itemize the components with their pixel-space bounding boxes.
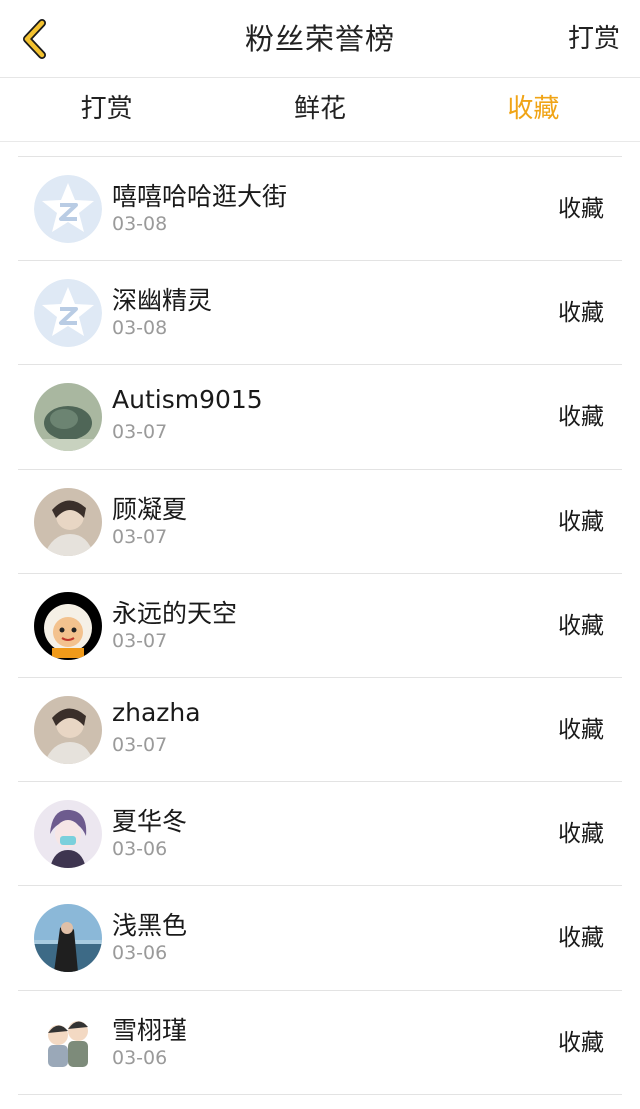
favorite-action[interactable]: 收藏 — [558, 886, 604, 990]
turtle-photo-avatar — [34, 383, 102, 452]
favorite-action[interactable]: 收藏 — [558, 991, 604, 1095]
navigation-bar: 粉丝荣誉榜 打赏 — [0, 0, 640, 78]
user-name: zhazha — [112, 697, 201, 727]
user-name: 永远的天空 — [112, 598, 238, 628]
list-item[interactable]: Autism9015 03-07 收藏 — [18, 365, 622, 470]
avatar[interactable] — [34, 800, 102, 869]
tab-bar: 打赏 鲜花 收藏 — [0, 78, 640, 142]
fan-list: 嘻嘻哈哈逛大街 03-08 收藏 深幽精灵 03-08 收藏 Autism9015 03-07… — [0, 156, 640, 1095]
list-item[interactable]: 夏华冬 03-06 收藏 — [18, 782, 622, 887]
date-label: 03-06 — [112, 942, 168, 965]
user-name: 嘻嘻哈哈逛大街 — [112, 182, 288, 211]
tip-button[interactable]: 打赏 — [568, 0, 620, 78]
date-label: 03-06 — [112, 838, 168, 861]
list-item[interactable]: 浅黑色 03-06 收藏 — [18, 886, 622, 991]
favorite-action[interactable]: 收藏 — [558, 261, 604, 365]
cartoon-sheep-avatar — [34, 591, 102, 660]
date-label: 03-07 — [112, 629, 168, 652]
date-label: 03-08 — [112, 317, 168, 340]
beach-photo-avatar — [34, 904, 102, 973]
avatar[interactable] — [34, 1008, 102, 1077]
default-star-avatar — [34, 279, 102, 348]
user-name: 雪栩瑾 — [112, 1015, 188, 1045]
favorite-action[interactable]: 收藏 — [558, 574, 604, 678]
user-name: 夏华冬 — [112, 807, 188, 837]
list-item[interactable]: 雪栩瑾 03-06 收藏 — [18, 991, 622, 1095]
date-label: 03-07 — [112, 733, 168, 756]
list-item[interactable]: 深幽精灵 03-08 收藏 — [18, 261, 622, 366]
favorite-action[interactable]: 收藏 — [558, 782, 604, 886]
user-name: 深幽精灵 — [112, 286, 213, 316]
favorite-action[interactable]: 收藏 — [558, 678, 604, 782]
user-name: Autism9015 — [112, 385, 263, 415]
tab-tip[interactable]: 打赏 — [0, 78, 213, 141]
favorite-action[interactable]: 收藏 — [558, 157, 604, 261]
user-name: 浅黑色 — [112, 911, 188, 941]
chevron-left-icon — [23, 19, 46, 59]
page-title: 粉丝荣誉榜 — [244, 22, 395, 56]
cartoon-couple-avatar — [34, 1008, 102, 1077]
avatar[interactable] — [34, 383, 102, 452]
portrait-photo-avatar — [34, 695, 102, 764]
avatar[interactable] — [34, 487, 102, 556]
default-star-avatar — [34, 175, 102, 243]
favorite-action[interactable]: 收藏 — [558, 470, 604, 574]
date-label: 03-07 — [112, 421, 168, 444]
avatar[interactable] — [34, 695, 102, 764]
anime-character-avatar — [34, 800, 102, 869]
list-item[interactable]: 顾凝夏 03-07 收藏 — [18, 470, 622, 574]
tab-favorites[interactable]: 收藏 — [427, 78, 640, 141]
avatar[interactable] — [34, 175, 102, 243]
back-button[interactable] — [10, 14, 60, 64]
avatar[interactable] — [34, 279, 102, 348]
date-label: 03-08 — [112, 213, 168, 235]
list-item[interactable]: zhazha 03-07 收藏 — [18, 678, 622, 783]
portrait-photo-avatar — [34, 487, 102, 556]
favorite-action[interactable]: 收藏 — [558, 365, 604, 469]
date-label: 03-07 — [112, 525, 168, 548]
avatar[interactable] — [34, 904, 102, 973]
avatar[interactable] — [34, 591, 102, 660]
date-label: 03-06 — [112, 1046, 168, 1069]
list-item[interactable]: 永远的天空 03-07 收藏 — [18, 574, 622, 678]
tab-flowers[interactable]: 鲜花 — [213, 78, 426, 141]
user-name: 顾凝夏 — [112, 494, 188, 524]
list-item[interactable]: 嘻嘻哈哈逛大街 03-08 收藏 — [18, 157, 622, 262]
